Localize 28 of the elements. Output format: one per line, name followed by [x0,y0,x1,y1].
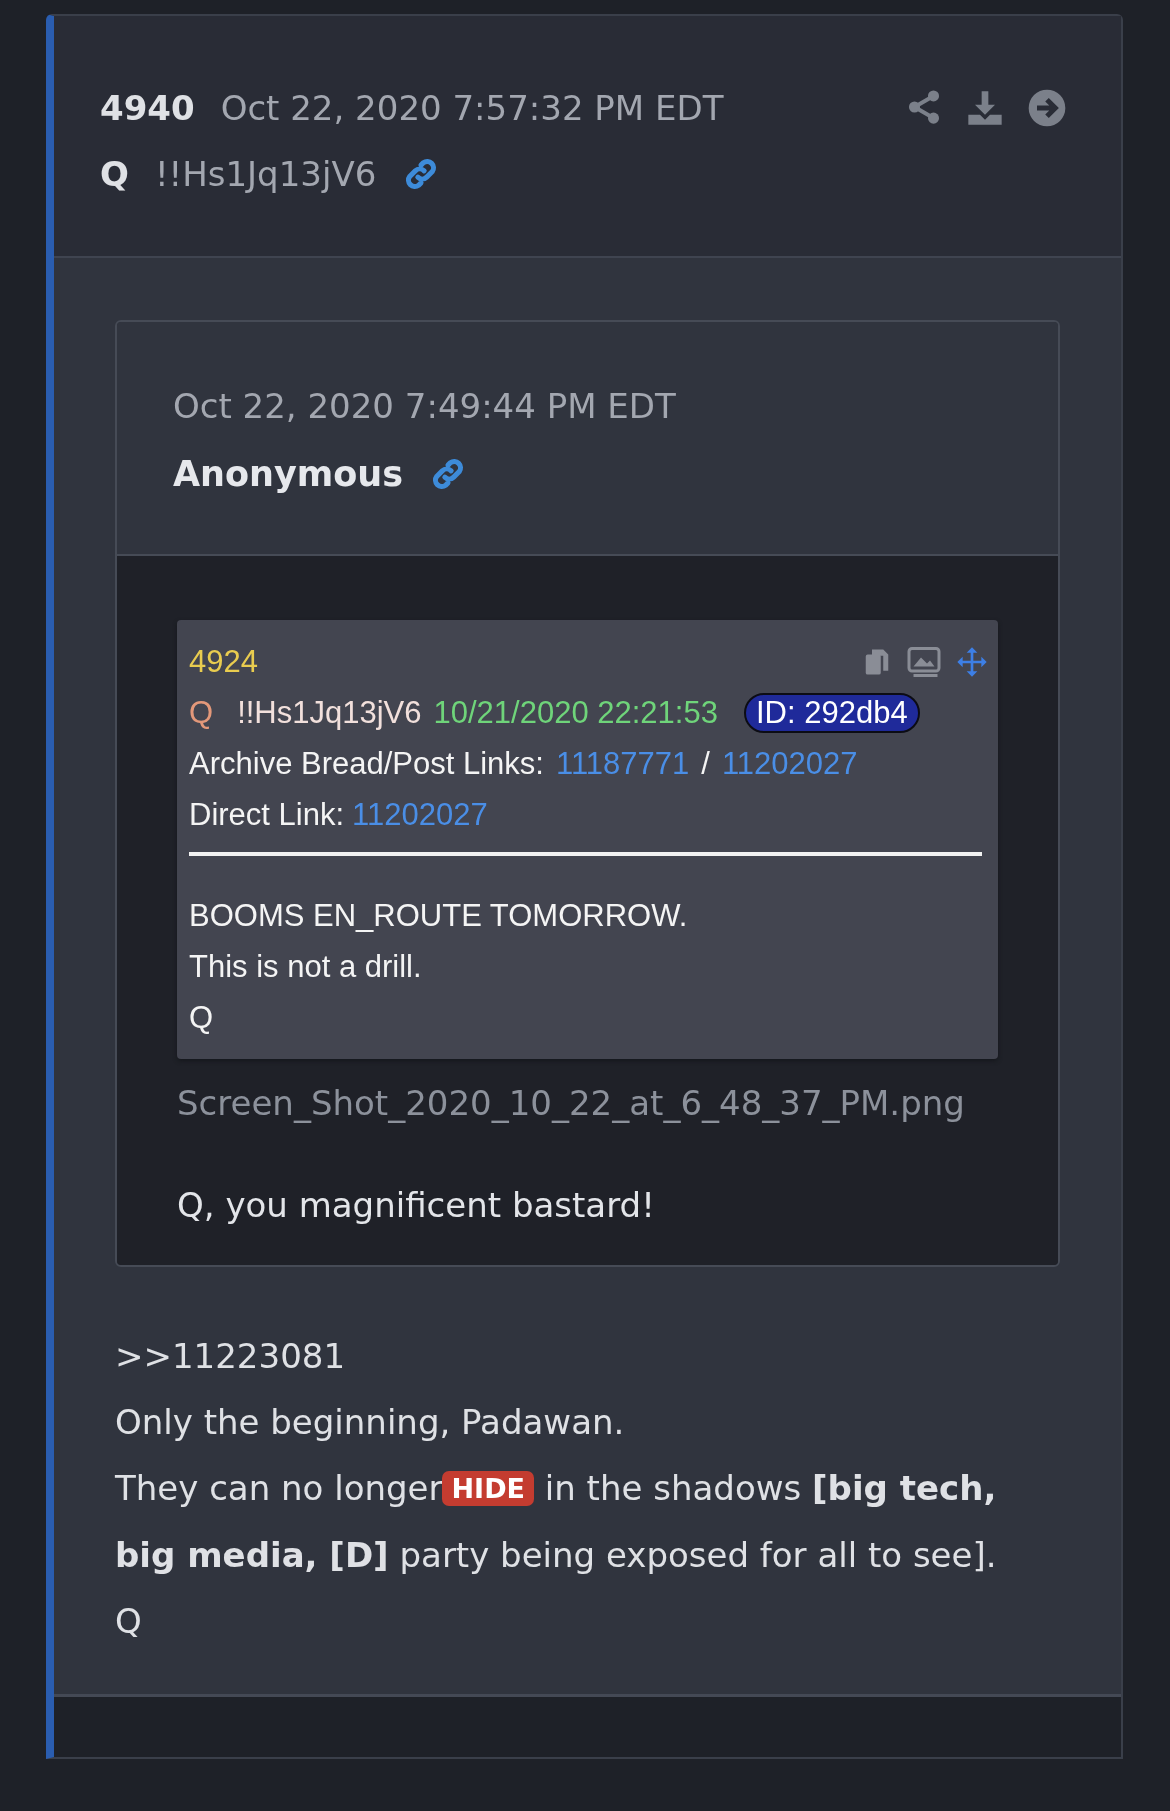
move-icon [956,645,988,678]
archive-link[interactable]: 11202027 [721,738,858,789]
timestamp: 10/21/2020 22:21:53 [433,694,718,732]
direct-link-label: Direct Link: [189,796,345,834]
post-text: Q [189,999,215,1037]
post-text: Only the beginning, Padawan. [115,1401,626,1444]
separator: / [701,745,710,783]
archive-label: Archive Bread/Post Links: [189,745,544,783]
arrow-right-icon[interactable] [1027,88,1067,128]
post-text: Q [115,1600,143,1643]
post-text: >>11223081 [115,1335,347,1378]
file-name[interactable]: Screen_Shot_2020_10_22_at_6_48_37_PM.png [177,1065,967,1141]
author-name: Q [100,154,129,194]
download-icon[interactable] [965,88,1005,128]
post-number: 4940 [100,88,195,128]
post-text: BOOMS EN_ROUTE TOMORROW. [189,897,689,935]
post-text: This is not a drill. [189,948,423,986]
tripcode: !!Hs1Jq13jV6 [154,154,377,194]
id-badge: ID: 292db4 [743,692,920,733]
quote-author: Anonymous [173,454,404,494]
author-name: Q [189,694,214,732]
quote-date: Oct 22, 2020 7:49:44 PM EDT [173,386,677,426]
tripcode: !!Hs1Jq13jV6 [237,694,422,732]
post-date: Oct 22, 2020 7:57:32 PM EDT [220,88,724,128]
archive-link[interactable]: 11187771 [555,738,690,789]
quote-text: Q, you magnificent bastard! [177,1185,656,1225]
direct-link[interactable]: 11202027 [352,789,488,840]
post-number: 4924 [189,643,258,681]
